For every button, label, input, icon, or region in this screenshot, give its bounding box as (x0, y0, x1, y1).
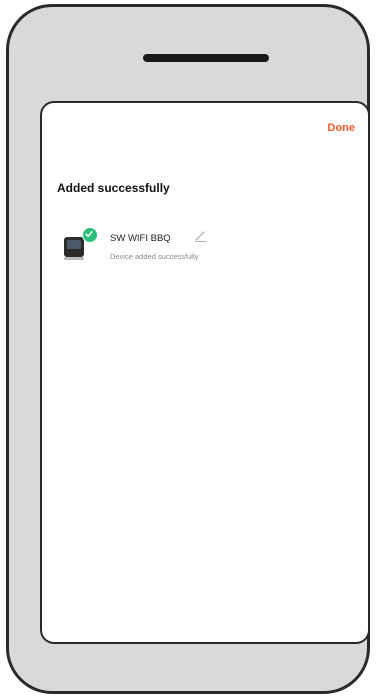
check-icon (82, 227, 98, 243)
device-status: Device added successfully (110, 252, 199, 261)
check-mark-glyph (85, 231, 93, 237)
device-body (64, 237, 84, 257)
edit-pencil-icon[interactable] (194, 229, 208, 243)
page-title: Added successfully (57, 181, 170, 195)
stage: Done Added successfully SW WIFI BBQ Devi… (0, 0, 377, 698)
device-window (67, 240, 81, 249)
phone-frame: Done Added successfully SW WIFI BBQ Devi… (6, 4, 370, 694)
app-screen: Done Added successfully SW WIFI BBQ Devi… (40, 101, 370, 644)
edit-pencil-glyph (195, 231, 207, 242)
device-row[interactable]: SW WIFI BBQ Device added successfully (60, 223, 350, 273)
phone-speaker (143, 54, 269, 62)
grill-device-icon (60, 227, 98, 267)
done-button[interactable]: Done (328, 122, 356, 134)
device-name: SW WIFI BBQ (110, 233, 171, 244)
device-shadow (64, 257, 84, 260)
